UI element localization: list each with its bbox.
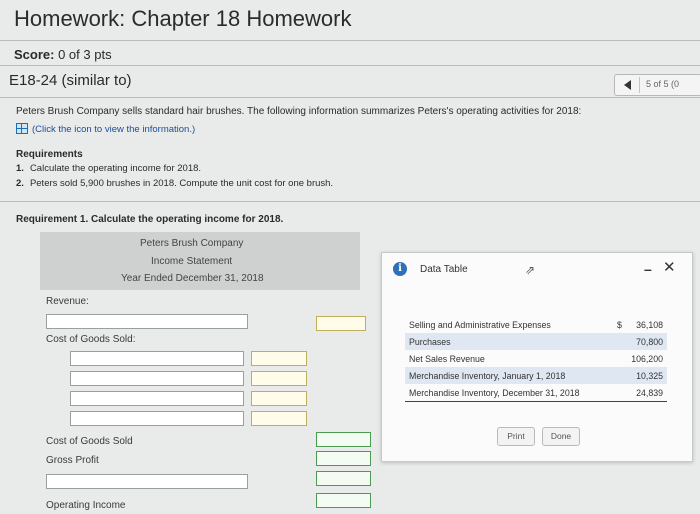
operating-income-input[interactable] [316,493,371,508]
row-value: 36,108 [636,320,663,330]
revenue-label: Revenue: [46,296,89,307]
data-table-link[interactable]: (Click the icon to view the information.… [16,123,195,135]
cogs-amount-input-1[interactable] [251,351,307,366]
cogs-amount-input-2[interactable] [251,371,307,386]
requirement-text: Calculate the operating income for 2018. [29,163,202,174]
question-count[interactable]: 5 of 5 (0 [646,79,679,89]
cogs-account-input-3[interactable] [70,391,244,406]
row-label: Selling and Administrative Expenses [409,320,551,330]
divider [0,65,700,66]
gross-profit-input[interactable] [316,451,371,466]
score-label: Score: [14,47,55,62]
data-table-dialog[interactable]: i Data Table ⇗ – ✕ Selling and Administr… [381,252,693,462]
requirement-item: 1. Calculate the operating income for 201… [16,163,201,174]
divider [639,77,640,93]
company-name: Peters Brush Company [140,238,244,249]
cursor-icon: ⇗ [525,263,536,277]
table-row: Purchases 70,800 [405,333,667,350]
row-value: 10,325 [636,371,663,381]
row-value: 24,839 [636,388,663,398]
row-currency: $ [617,320,622,330]
cogs-amount-input-4[interactable] [251,411,307,426]
expense-account-input[interactable] [46,474,248,489]
info-icon: i [393,262,407,276]
close-icon[interactable]: ✕ [663,258,676,276]
row-value: 70,800 [636,337,663,347]
revenue-amount-input[interactable] [316,316,366,331]
table-row: Selling and Administrative Expenses $ 36… [405,316,667,333]
cogs-account-input-1[interactable] [70,351,244,366]
cogs-account-input-4[interactable] [70,411,244,426]
cogs-total-input[interactable] [316,432,371,447]
divider [0,40,700,41]
row-value: 106,200 [631,354,663,364]
table-row: Merchandise Inventory, December 31, 2018… [405,384,667,402]
minimize-icon[interactable]: – [644,261,652,277]
divider [0,97,700,98]
cogs-total-label: Cost of Goods Sold [46,436,133,447]
requirement-number: 1. [16,163,24,174]
score-value: 0 of 3 pts [58,47,112,62]
data-table: Selling and Administrative Expenses $ 36… [405,316,667,402]
gross-profit-label: Gross Profit [46,455,99,466]
row-label: Purchases [409,337,451,347]
requirements-heading: Requirements [16,149,83,160]
operating-income-label: Operating Income [46,500,126,511]
print-button[interactable]: Print [497,427,535,446]
requirement-item: 2. Peters sold 5,900 brushes in 2018. Com… [16,178,333,189]
statement-period: Year Ended December 31, 2018 [121,273,264,284]
done-button[interactable]: Done [542,427,580,446]
requirement-text: Peters sold 5,900 brushes in 2018. Compu… [29,178,334,189]
statement-name: Income Statement [151,256,233,267]
page-title: Homework: Chapter 18 Homework [14,6,352,31]
row-label: Merchandise Inventory, January 1, 2018 [409,371,566,381]
expense-amount-input[interactable] [316,471,371,486]
divider [0,201,700,202]
problem-id: E18-24 (similar to) [9,72,132,89]
click-info-text[interactable]: (Click the icon to view the information.… [32,124,195,135]
score: Score: 0 of 3 pts [14,47,112,62]
dialog-title: Data Table [420,264,468,275]
problem-intro: Peters Brush Company sells standard hair… [16,106,582,117]
data-table-icon[interactable] [16,123,28,134]
cogs-amount-input-3[interactable] [251,391,307,406]
table-row: Net Sales Revenue 106,200 [405,350,667,367]
row-label: Merchandise Inventory, December 31, 2018 [409,388,580,398]
requirement-1-heading: Requirement 1. Calculate the operating i… [16,214,284,225]
row-label: Net Sales Revenue [409,354,485,364]
cogs-label: Cost of Goods Sold: [46,334,136,345]
table-row: Merchandise Inventory, January 1, 2018 1… [405,367,667,384]
requirement-number: 2. [16,178,24,189]
cogs-account-input-2[interactable] [70,371,244,386]
revenue-account-input[interactable] [46,314,248,329]
question-nav[interactable]: 5 of 5 (0 [614,74,700,96]
chevron-left-icon[interactable] [624,80,631,90]
